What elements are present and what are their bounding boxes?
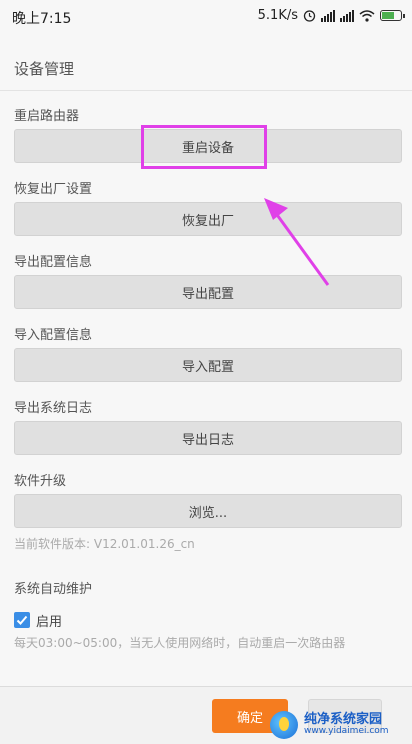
page-title: 设备管理 [14,60,75,78]
alarm-icon [303,10,316,22]
watermark-title: 纯净系统家园 [304,711,383,727]
factory-reset-button[interactable]: 恢复出厂 [14,202,402,236]
watermark-logo [270,711,298,739]
import-config-button[interactable]: 导入配置 [14,348,402,382]
browse-button[interactable]: 浏览... [14,494,402,528]
enable-label: 启用 [36,615,63,630]
export-config-label: 导出配置信息 [14,255,93,270]
export-log-button[interactable]: 导出日志 [14,421,402,455]
check-icon [16,615,28,625]
reboot-label: 重启路由器 [14,109,80,124]
battery-icon [380,10,405,21]
export-config-button[interactable]: 导出配置 [14,275,402,309]
watermark-url: www.yidaimei.com [304,726,389,737]
status-bar: 晚上7:15 5.1K/s [0,0,412,34]
highlight-box [141,125,267,169]
export-log-label: 导出系统日志 [14,401,93,416]
firmware-upgrade-label: 软件升级 [14,474,67,489]
signal-icon [321,9,335,22]
watermark: 纯净系统家园 www.yidaimei.com [270,708,408,742]
status-time: 晚上7:15 [12,11,72,27]
page-header: 设备管理 [0,48,412,91]
pointer-arrow [264,198,330,286]
auto-maintenance-label: 系统自动维护 [14,582,93,597]
enable-checkbox[interactable] [14,612,30,628]
signal-icon-2 [340,9,354,22]
import-config-label: 导入配置信息 [14,328,93,343]
maintenance-description: 每天03:00~05:00，当无人使用网络时，自动重启一次路由器 [14,636,346,650]
firmware-version: 当前软件版本: V12.01.01.26_cn [14,537,195,551]
factory-reset-label: 恢复出厂设置 [14,182,93,197]
network-speed: 5.1K/s [257,8,298,23]
status-icons: 5.1K/s [257,8,405,23]
wifi-icon [359,9,375,22]
